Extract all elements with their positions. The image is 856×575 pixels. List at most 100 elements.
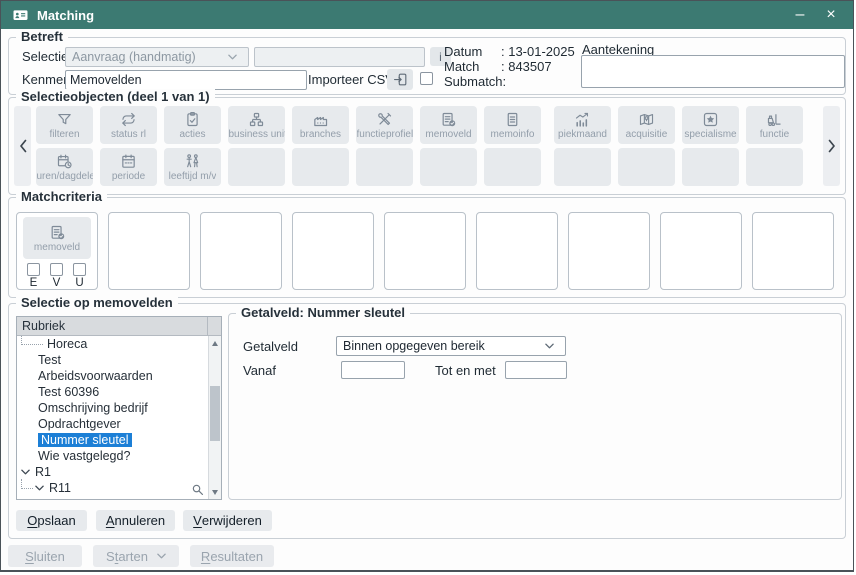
rubriek-list-item[interactable]: Wie vastgelegd? [17,448,208,464]
specialisme-toolbar-button[interactable]: specialisme [682,106,739,144]
checkbox-e[interactable] [27,263,40,276]
filter-icon [56,111,73,128]
leeftijd-m-v-toolbar-button[interactable]: leeftijd m/v [164,148,221,186]
importeer-csv-button[interactable] [387,69,413,90]
filteren-toolbar-button[interactable]: filteren [36,106,93,144]
toolbar-row-2: uren/dagdelenperiodeleeftijd m/v [36,148,803,186]
checkbox-u[interactable] [73,263,86,276]
empty-toolbar-slot[interactable] [682,148,739,186]
rubriek-list-item[interactable]: Test [17,352,208,368]
minimize-button[interactable]: – [788,3,812,27]
empty-toolbar-slot[interactable] [618,148,675,186]
acquisitie-toolbar-button[interactable]: acquisitie [618,106,675,144]
rubriek-panel: Rubriek HorecaTest Arbeidsvoorwaarden Test… [16,316,222,500]
toolbar-button-label: memoveld [425,129,471,140]
rubriek-list-item[interactable]: R11 [17,480,208,496]
rubriek-list-item[interactable]: Opdrachtgever [17,416,208,432]
selectie-extra-field[interactable] [254,47,425,67]
annuleren-button[interactable]: Annuleren [96,510,175,531]
toolbar-button-label: acquisitie [626,129,668,140]
scroll-down-button[interactable] [209,485,221,499]
functieprofiel-icon [376,111,393,128]
functie-toolbar-button[interactable]: functie [746,106,803,144]
piekmaand-toolbar-button[interactable]: piekmaand [554,106,611,144]
toolbar-scroll-left-button[interactable] [14,106,31,186]
datum-value: : 13-01-2025 [501,44,575,59]
submatch-label: Submatch [444,74,503,89]
matching-window: Matching – × Betreft Selectie Aanvraag (… [0,0,854,572]
selectie-dropdown[interactable]: Aanvraag (handmatig) [65,47,249,67]
rubriek-list-item[interactable]: Arbeidsvoorwaarden [17,368,208,384]
selectie-dropdown-value: Aanvraag (handmatig) [72,50,196,64]
rubriek-item-label: Test 60396 [38,385,99,399]
toolbar-scroll-right-button[interactable] [823,106,840,186]
rubriek-scrollbar[interactable] [208,336,221,499]
empty-toolbar-slot[interactable] [228,148,285,186]
betreft-group: Betreft Selectie Aanvraag (handmatig) i … [8,37,846,95]
checkbox-v[interactable] [50,263,63,276]
periode-toolbar-button[interactable]: periode [100,148,157,186]
chevron-down-icon [545,343,554,349]
getalveld-group: Getalveld: Nummer sleutel Getalveld Binn… [228,313,842,500]
functieprofiel-toolbar-button[interactable]: functieprofiel [356,106,413,144]
memoinfo-toolbar-button[interactable]: memoinfo [484,106,541,144]
checkbox-e-label: E [27,277,40,289]
memoveld-toolbar-button[interactable]: memoveld [420,106,477,144]
rubriek-list-item[interactable]: Omschrijving bedrijf [17,400,208,416]
branches-toolbar-button[interactable]: branches [292,106,349,144]
importeer-csv-checkbox[interactable] [420,72,433,85]
matchcriteria-slot-empty [660,212,742,290]
selectie-label: Selectie [22,47,68,67]
opslaan-button[interactable]: Opslaan [16,510,87,531]
memoveld-criteria-button[interactable]: memoveld [23,217,91,259]
matchcriteria-group: Matchcriteria memoveld E V U [8,197,846,298]
kenmerk-input[interactable] [65,70,307,90]
search-icon[interactable] [191,483,205,497]
rubriek-header[interactable]: Rubriek [17,317,221,336]
chevron-right-icon [828,139,836,153]
empty-toolbar-slot[interactable] [746,148,803,186]
expand-chevron-icon[interactable] [21,469,30,475]
scrollbar-thumb[interactable] [210,386,220,441]
rubriek-item-label: Arbeidsvoorwaarden [38,369,153,383]
rubriek-item-label: Test [38,353,61,367]
rubriek-list-item[interactable]: Horeca [17,336,208,352]
tot-en-met-input[interactable] [505,361,567,379]
resultaten-button[interactable]: Resultaten [190,545,274,567]
starten-button[interactable]: Starten [93,545,179,567]
memoveld-criteria-label: memoveld [34,242,80,253]
verwijderen-button[interactable]: Verwijderen [183,510,272,531]
matchcriteria-slot-memoveld: memoveld E V U [16,212,98,290]
business-unit-toolbar-button[interactable]: business unit [228,106,285,144]
rubriek-list-item[interactable]: Test 60396 [17,384,208,400]
empty-toolbar-slot[interactable] [292,148,349,186]
aantekening-textarea[interactable] [581,55,845,88]
sluiten-button[interactable]: Sluiten [8,545,82,567]
submatch-row: Submatch : [444,74,506,89]
uren-dagdelen-toolbar-button[interactable]: uren/dagdelen [36,148,93,186]
status-rl-toolbar-button[interactable]: status rl [100,106,157,144]
vanaf-input[interactable] [341,361,405,379]
empty-toolbar-slot[interactable] [420,148,477,186]
empty-toolbar-slot[interactable] [484,148,541,186]
empty-toolbar-slot[interactable] [554,148,611,186]
matchcriteria-slot-empty [752,212,834,290]
empty-toolbar-slot[interactable] [356,148,413,186]
rubriek-list-item[interactable]: R1 [17,464,208,480]
checkbox-u-label: U [73,277,86,289]
toolbar-button-label: piekmaand [558,129,607,140]
close-button[interactable]: × [819,3,843,27]
getalveld-dropdown[interactable]: Binnen opgegeven bereik [336,336,566,356]
import-icon [393,72,408,87]
submatch-value: : [503,74,507,89]
expand-chevron-icon[interactable] [35,485,44,491]
acties-toolbar-button[interactable]: acties [164,106,221,144]
leeftijd-mv-icon [184,153,201,170]
match-label: Match [444,59,501,74]
matchcriteria-slot-empty [568,212,650,290]
window-content: Betreft Selectie Aanvraag (handmatig) i … [1,29,853,570]
selectieobjecten-group: Selectieobjecten (deel 1 van 1) filteren… [8,97,846,195]
scroll-up-button[interactable] [209,336,221,350]
toolbar-button-label: functieprofiel [357,129,413,140]
rubriek-list-item-selected[interactable]: Nummer sleutel [17,432,208,448]
